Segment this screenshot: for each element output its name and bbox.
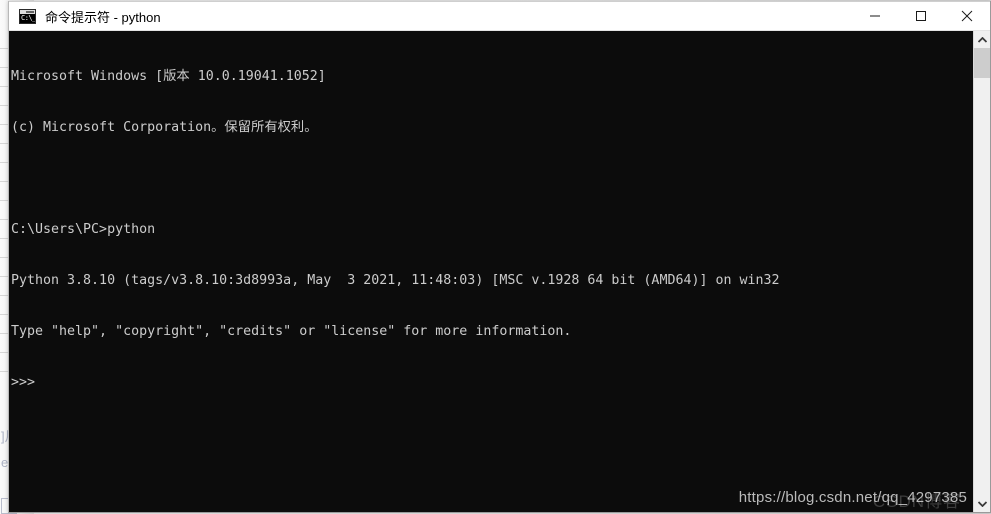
close-button[interactable] bbox=[944, 1, 990, 31]
chevron-up-icon bbox=[977, 36, 987, 43]
console-line: Type "help", "copyright", "credits" or "… bbox=[11, 324, 572, 339]
window-controls bbox=[852, 1, 990, 31]
scroll-up-button[interactable] bbox=[974, 31, 990, 48]
window-title: 命令提示符 - python bbox=[45, 9, 161, 25]
cmd-console-icon: C:\_ bbox=[19, 8, 36, 24]
scroll-down-button[interactable] bbox=[974, 495, 990, 512]
maximize-button[interactable] bbox=[898, 1, 944, 31]
console-area: Microsoft Windows [版本 10.0.19041.1052] (… bbox=[9, 31, 990, 512]
titlebar-left: C:\_ 命令提示符 - python bbox=[9, 7, 852, 26]
console-line-command: C:\Users\PC>python bbox=[11, 222, 156, 237]
close-icon bbox=[961, 10, 973, 22]
console-output[interactable]: Microsoft Windows [版本 10.0.19041.1052] (… bbox=[9, 31, 973, 512]
scrollbar-track[interactable] bbox=[974, 48, 990, 495]
console-line: Microsoft Windows [版本 10.0.19041.1052] bbox=[11, 69, 326, 84]
console-line: (c) Microsoft Corporation。保留所有权利。 bbox=[11, 120, 318, 135]
minimize-icon bbox=[870, 15, 880, 17]
minimize-button[interactable] bbox=[852, 1, 898, 31]
vertical-scrollbar[interactable] bbox=[973, 31, 990, 512]
maximize-icon bbox=[916, 11, 926, 21]
command-prompt-window: C:\_ 命令提示符 - python Microsoft Windows [版… bbox=[8, 1, 991, 513]
console-line-prompt: >>> bbox=[11, 375, 36, 390]
window-titlebar[interactable]: C:\_ 命令提示符 - python bbox=[9, 1, 990, 31]
cmd-icon-prompt-text: C:\_ bbox=[21, 13, 36, 22]
scrollbar-thumb[interactable] bbox=[974, 48, 990, 78]
console-line: Python 3.8.10 (tags/v3.8.10:3d8993a, May… bbox=[11, 273, 780, 288]
watermark-url: https://blog.csdn.net/qq_4297385 bbox=[738, 489, 967, 506]
chevron-down-icon bbox=[977, 500, 987, 507]
